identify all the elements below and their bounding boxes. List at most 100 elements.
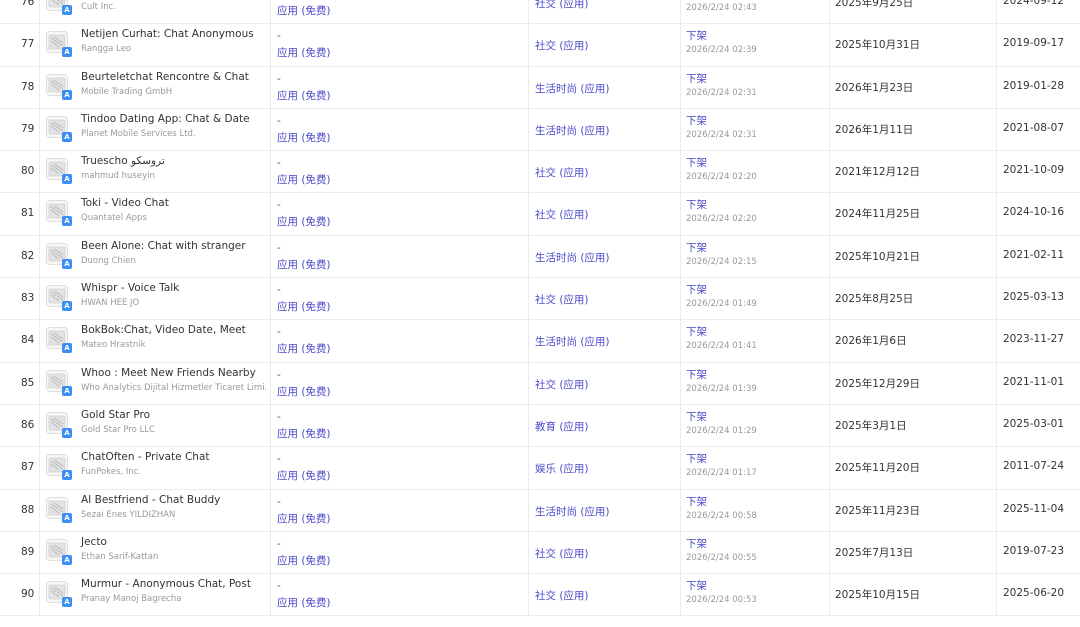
developer-name[interactable]: mahmud huseyin xyxy=(81,171,155,181)
price-type-link[interactable]: 应用 (免费) xyxy=(277,172,331,187)
developer-name[interactable]: Rangga Leo xyxy=(81,44,131,54)
price-type-link[interactable]: 应用 (免费) xyxy=(277,511,331,526)
developer-name[interactable]: HWAN HEE JO xyxy=(81,298,139,308)
table-row[interactable]: 86 A Gold Star Pro Gold Star Pro LLC - 应… xyxy=(0,404,1080,448)
table-row[interactable]: 87 A ChatOften - Private Chat FunPokes, … xyxy=(0,447,1080,490)
app-cell[interactable]: A Whoo : Meet New Friends Nearby Who Ana… xyxy=(40,362,271,404)
developer-name[interactable]: Gold Star Pro LLC xyxy=(81,425,155,435)
status-link[interactable]: 下架 xyxy=(686,113,707,128)
category-link[interactable]: 社交 (应用) xyxy=(535,165,589,180)
table-row[interactable]: 79 A Tindoo Dating App: Chat & Date Plan… xyxy=(0,108,1080,152)
table-row[interactable]: 88 A AI Bestfriend - Chat Buddy Sezai En… xyxy=(0,489,1080,532)
app-name-link[interactable]: ChatOften - Private Chat xyxy=(81,451,210,463)
developer-name[interactable]: Planet Mobile Services Ltd. xyxy=(81,129,196,139)
status-link[interactable]: 下架 xyxy=(686,451,707,466)
app-cell[interactable]: A BokBok:Chat, Video Date, Meet Mateo Hr… xyxy=(40,320,271,362)
category-link[interactable]: 社交 (应用) xyxy=(535,546,589,561)
app-cell[interactable]: A Murmur - Anonymous Chat, Post Pranay M… xyxy=(40,574,271,616)
price-type-link[interactable]: 应用 (免费) xyxy=(277,468,331,483)
category-link[interactable]: 生活时尚 (应用) xyxy=(535,504,610,519)
price-type-link[interactable]: 应用 (免费) xyxy=(277,595,331,610)
status-link[interactable]: 下架 xyxy=(686,282,707,297)
price-type-link[interactable]: 应用 (免费) xyxy=(277,45,331,60)
category-link[interactable]: 社交 (应用) xyxy=(535,38,589,53)
developer-name[interactable]: Sezai Enes YILDIZHAN xyxy=(81,510,175,520)
price-type-link[interactable]: 应用 (免费) xyxy=(277,257,331,272)
app-name-link[interactable]: BokBok:Chat, Video Date, Meet xyxy=(81,324,246,336)
price-type-link[interactable]: 应用 (免费) xyxy=(277,341,331,356)
category-link[interactable]: 社交 (应用) xyxy=(535,377,589,392)
app-cell[interactable]: A Plum: make friends, live chat Cult Inc… xyxy=(40,0,271,24)
developer-name[interactable]: Duong Chien xyxy=(81,256,136,266)
status-link[interactable]: 下架 xyxy=(686,197,707,212)
table-row[interactable]: 81 A Toki - Video Chat Quantatel Apps - … xyxy=(0,193,1080,236)
app-name-link[interactable]: Truescho تروسكو xyxy=(81,155,165,167)
category-link[interactable]: 生活时尚 (应用) xyxy=(535,123,610,138)
app-cell[interactable]: A Netijen Curhat: Chat Anonymous Rangga … xyxy=(40,24,271,66)
app-name-link[interactable]: Netijen Curhat: Chat Anonymous xyxy=(81,28,254,40)
price-type-link[interactable]: 应用 (免费) xyxy=(277,299,331,314)
app-cell[interactable]: A Gold Star Pro Gold Star Pro LLC xyxy=(40,404,271,447)
status-link[interactable]: 下架 xyxy=(686,409,707,424)
developer-name[interactable]: Mateo Hrastnik xyxy=(81,340,146,350)
app-cell[interactable]: A Toki - Video Chat Quantatel Apps xyxy=(40,193,271,235)
app-name-link[interactable]: AI Bestfriend - Chat Buddy xyxy=(81,494,220,506)
table-row[interactable]: 82 A Been Alone: Chat with stranger Duon… xyxy=(0,235,1080,279)
category-link[interactable]: 教育 (应用) xyxy=(535,419,589,434)
developer-name[interactable]: Who Analytics Dijital Hizmetler Ticaret … xyxy=(81,383,267,393)
status-link[interactable]: 下架 xyxy=(686,324,707,339)
status-link[interactable]: 下架 xyxy=(686,536,707,551)
app-name-link[interactable]: Whoo : Meet New Friends Nearby xyxy=(81,367,256,379)
category-link[interactable]: 娱乐 (应用) xyxy=(535,461,589,476)
price-type-link[interactable]: 应用 (免费) xyxy=(277,3,331,18)
app-name-link[interactable]: Beurteletchat Rencontre & Chat xyxy=(81,71,249,83)
app-cell[interactable]: A Tindoo Dating App: Chat & Date Planet … xyxy=(40,108,271,151)
category-link[interactable]: 社交 (应用) xyxy=(535,588,589,603)
status-link[interactable]: 下架 xyxy=(686,578,707,593)
price-type-link[interactable]: 应用 (免费) xyxy=(277,88,331,103)
app-cell[interactable]: A Beurteletchat Rencontre & Chat Mobile … xyxy=(40,66,271,108)
price-type-link[interactable]: 应用 (免费) xyxy=(277,426,331,441)
status-link[interactable]: 下架 xyxy=(686,494,707,509)
status-link[interactable]: 下架 xyxy=(686,155,707,170)
table-row[interactable]: 83 A Whispr - Voice Talk HWAN HEE JO - 应… xyxy=(0,278,1080,321)
app-cell[interactable]: A AI Bestfriend - Chat Buddy Sezai Enes … xyxy=(40,489,271,531)
app-cell[interactable]: A ChatOften - Private Chat FunPokes, Inc… xyxy=(40,447,271,489)
app-name-link[interactable]: Been Alone: Chat with stranger xyxy=(81,240,246,252)
developer-name[interactable]: Ethan Sarif-Kattan xyxy=(81,552,158,562)
status-link[interactable]: 下架 xyxy=(686,367,707,382)
category-link[interactable]: 生活时尚 (应用) xyxy=(535,81,610,96)
app-name-link[interactable]: Gold Star Pro xyxy=(81,409,150,421)
app-name-link[interactable]: Toki - Video Chat xyxy=(81,197,169,209)
developer-name[interactable]: Cult Inc. xyxy=(81,2,116,12)
status-link[interactable]: 下架 xyxy=(686,240,707,255)
app-name-link[interactable]: Jecto xyxy=(81,536,107,548)
table-row[interactable]: 90 A Murmur - Anonymous Chat, Post Prana… xyxy=(0,574,1080,617)
table-row[interactable]: 85 A Whoo : Meet New Friends Nearby Who … xyxy=(0,362,1080,405)
app-name-link[interactable]: Murmur - Anonymous Chat, Post xyxy=(81,578,251,590)
table-row[interactable]: 80 A Truescho تروسكو mahmud huseyin - 应用… xyxy=(0,151,1080,194)
developer-name[interactable]: Pranay Manoj Bagrecha xyxy=(81,594,181,604)
category-link[interactable]: 社交 (应用) xyxy=(535,0,589,11)
developer-name[interactable]: Mobile Trading GmbH xyxy=(81,87,172,97)
status-link[interactable]: 下架 xyxy=(686,71,707,86)
developer-name[interactable]: FunPokes, Inc. xyxy=(81,467,141,477)
table-row[interactable]: 84 A BokBok:Chat, Video Date, Meet Mateo… xyxy=(0,320,1080,363)
price-type-link[interactable]: 应用 (免费) xyxy=(277,384,331,399)
app-cell[interactable]: A Been Alone: Chat with stranger Duong C… xyxy=(40,235,271,278)
table-row[interactable]: 78 A Beurteletchat Rencontre & Chat Mobi… xyxy=(0,66,1080,109)
category-link[interactable]: 社交 (应用) xyxy=(535,292,589,307)
table-row[interactable]: 76 A Plum: make friends, live chat Cult … xyxy=(0,0,1080,25)
price-type-link[interactable]: 应用 (免费) xyxy=(277,553,331,568)
status-link[interactable]: 下架 xyxy=(686,0,707,1)
status-link[interactable]: 下架 xyxy=(686,28,707,43)
price-type-link[interactable]: 应用 (免费) xyxy=(277,214,331,229)
app-cell[interactable]: A Whispr - Voice Talk HWAN HEE JO xyxy=(40,278,271,320)
app-cell[interactable]: A Truescho تروسكو mahmud huseyin xyxy=(40,151,271,193)
app-cell[interactable]: A Jecto Ethan Sarif-Kattan xyxy=(40,531,271,574)
app-name-link[interactable]: Whispr - Voice Talk xyxy=(81,282,179,294)
table-row[interactable]: 89 A Jecto Ethan Sarif-Kattan - 应用 (免费) … xyxy=(0,531,1080,575)
category-link[interactable]: 生活时尚 (应用) xyxy=(535,250,610,265)
category-link[interactable]: 生活时尚 (应用) xyxy=(535,334,610,349)
app-name-link[interactable]: Tindoo Dating App: Chat & Date xyxy=(81,113,250,125)
